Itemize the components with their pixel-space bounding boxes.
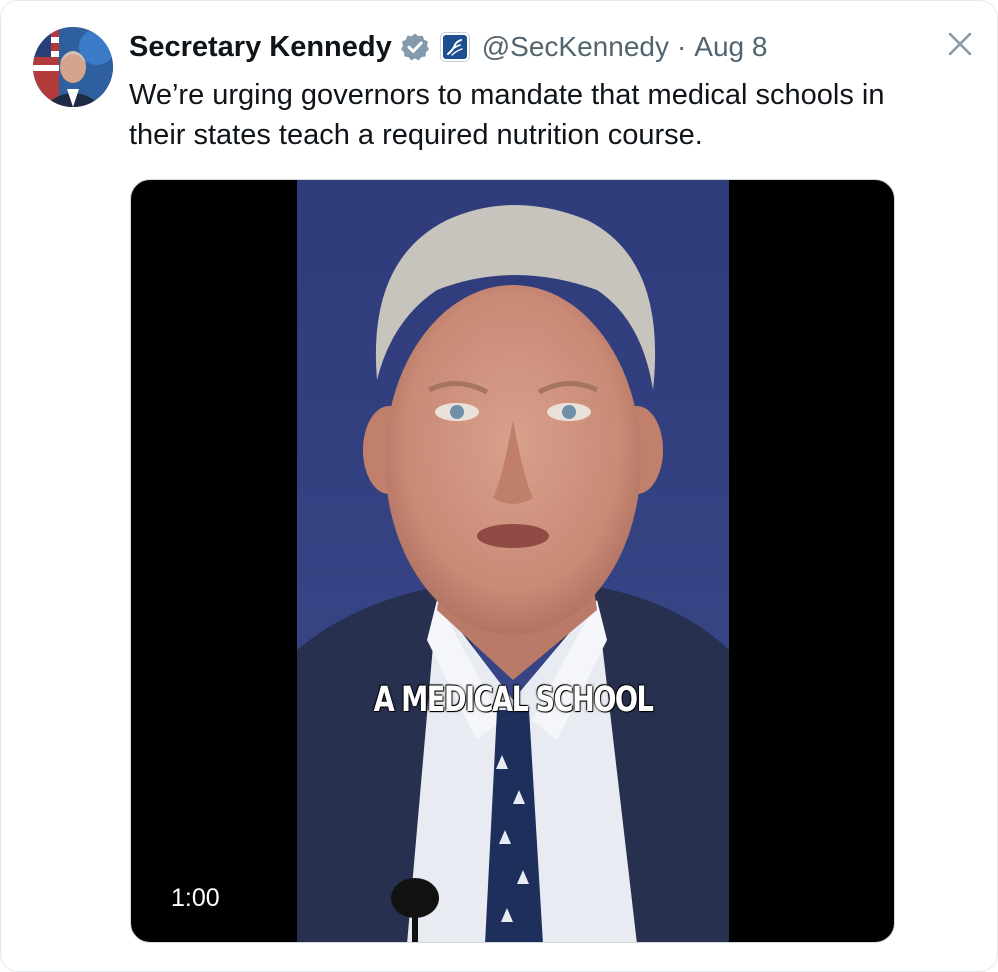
author-display-name[interactable]: Secretary Kennedy bbox=[129, 31, 392, 64]
close-icon[interactable] bbox=[943, 27, 977, 61]
avatar-image bbox=[33, 27, 113, 107]
video-duration: 1:00 bbox=[171, 884, 220, 912]
video-frame: A MEDICAL SCHOOL bbox=[297, 180, 729, 942]
video-still-image bbox=[297, 180, 729, 942]
video-caption: A MEDICAL SCHOOL bbox=[373, 680, 654, 720]
separator-dot: · bbox=[676, 31, 687, 62]
verified-badge-icon[interactable] bbox=[400, 32, 430, 62]
author-handle[interactable]: @SecKennedy bbox=[482, 31, 669, 63]
tweet-text: We’re urging governors to mandate that m… bbox=[129, 79, 885, 151]
tweet-card: Secretary Kennedy @SecKennedy · Aug 8 We… bbox=[0, 0, 998, 972]
video-player[interactable]: A MEDICAL SCHOOL 1:00 bbox=[130, 179, 895, 943]
tweet-header: Secretary Kennedy @SecKennedy · Aug 8 bbox=[129, 23, 767, 71]
tweet-date[interactable]: Aug 8 bbox=[694, 31, 767, 63]
hhs-affiliate-badge-icon[interactable] bbox=[439, 32, 470, 62]
author-avatar[interactable] bbox=[33, 27, 113, 107]
